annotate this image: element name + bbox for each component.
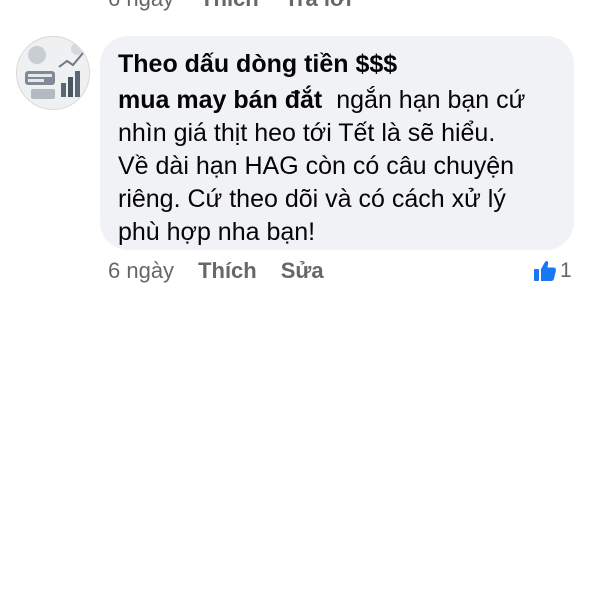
previous-reply-button[interactable]: Trả lời xyxy=(285,0,352,11)
comment-actions: 6 ngày Thích Sửa xyxy=(108,256,348,286)
comment-author[interactable]: Theo dấu dòng tiền $$$ xyxy=(118,48,556,80)
comment-time[interactable]: 6 ngày xyxy=(108,258,174,284)
like-button[interactable]: Thích xyxy=(198,258,257,284)
mention-link[interactable]: mua may bán đắt xyxy=(118,86,322,114)
comment-body: mua may bán đắt ngắn hạn bạn cứ nhìn giá … xyxy=(118,84,556,249)
edit-button[interactable]: Sửa xyxy=(281,258,324,284)
thumbs-up-icon xyxy=(534,261,556,281)
previous-comment-time: 6 ngày xyxy=(108,0,174,11)
reaction-summary[interactable]: 1 xyxy=(532,258,572,284)
avatar[interactable] xyxy=(16,36,90,110)
comment-line-1: mua may bán đắt ngắn hạn bạn cứ xyxy=(118,84,556,117)
comment-text-line: ngắn hạn bạn cứ xyxy=(336,86,526,114)
comment-bubble: Theo dấu dòng tiền $$$ mua may bán đắt ng… xyxy=(100,36,574,250)
avatar-image xyxy=(17,37,89,109)
comment-thread: 6 ngày Thích Trả lời Theo dấu dòng tiền … xyxy=(0,0,600,600)
previous-like-button[interactable]: Thích xyxy=(200,0,259,11)
comment-text-line: phù hợp nha bạn! xyxy=(118,218,316,246)
comment-text-line: nhìn giá thịt heo tới Tết là sẽ hiểu. xyxy=(118,119,496,147)
comment-text-line: riêng. Cứ theo dõi và có cách xử lý xyxy=(118,185,506,213)
reaction-count: 1 xyxy=(560,259,572,282)
previous-comment-actions: 6 ngày Thích Trả lời xyxy=(108,0,352,11)
comment-text-line: Về dài hạn HAG còn có câu chuyện xyxy=(118,152,515,180)
